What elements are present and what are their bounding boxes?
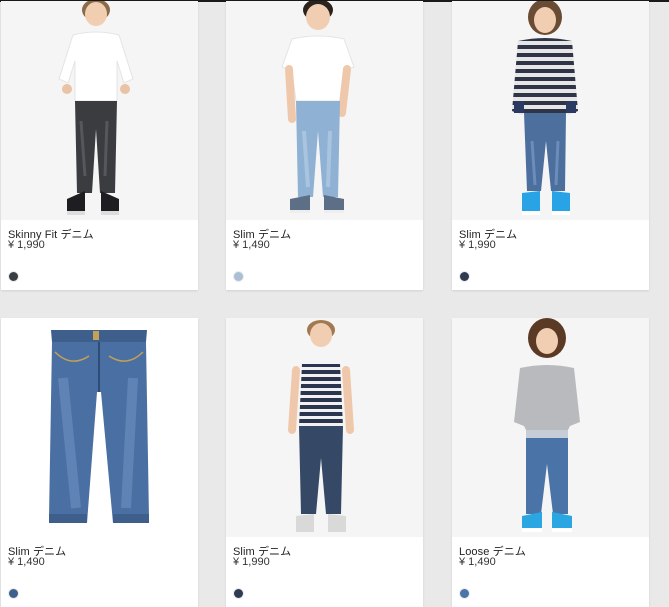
product-grid: Skinny Fit デニム ¥ 1,990 Slim デニム ¥ 1,490 …: [0, 0, 669, 607]
product-price: ¥ 1,990: [8, 239, 45, 251]
product-info: Slim デニム ¥ 1,490: [1, 537, 198, 607]
kid-figure-image: [58, 1, 134, 215]
product-image[interactable]: [1, 1, 198, 220]
product-info: Slim デニム ¥ 1,990: [452, 220, 649, 290]
product-image[interactable]: [452, 1, 649, 220]
color-swatch[interactable]: [9, 589, 18, 598]
color-swatch[interactable]: [9, 272, 18, 281]
product-image[interactable]: [1, 318, 198, 537]
product-card[interactable]: Skinny Fit デニム ¥ 1,990: [1, 1, 198, 290]
product-price: ¥ 1,490: [233, 239, 270, 251]
product-card[interactable]: Loose デニム ¥ 1,490: [452, 318, 649, 607]
product-image[interactable]: [226, 318, 423, 537]
product-image[interactable]: [452, 318, 649, 537]
product-info: Skinny Fit デニム ¥ 1,990: [1, 220, 198, 290]
product-image[interactable]: [226, 1, 423, 220]
product-price: ¥ 1,490: [8, 556, 45, 568]
color-swatch[interactable]: [234, 589, 243, 598]
product-price: ¥ 1,490: [459, 556, 496, 568]
product-price: ¥ 1,990: [459, 239, 496, 251]
color-swatch[interactable]: [460, 589, 469, 598]
product-card[interactable]: Slim デニム ¥ 1,990: [452, 1, 649, 290]
product-info: Slim デニム ¥ 1,990: [226, 537, 423, 607]
color-swatch[interactable]: [460, 272, 469, 281]
kid-figure-image: [514, 318, 580, 532]
kid-figure-image: [281, 1, 355, 213]
kid-figure-image: [512, 1, 578, 215]
kid-figure-image: [288, 320, 354, 532]
product-info: Slim デニム ¥ 1,490: [226, 220, 423, 290]
product-info: Loose デニム ¥ 1,490: [452, 537, 649, 607]
product-card[interactable]: Slim デニム ¥ 1,990: [226, 318, 423, 607]
color-swatch[interactable]: [234, 272, 243, 281]
product-card[interactable]: Slim デニム ¥ 1,490: [226, 1, 423, 290]
product-card[interactable]: Slim デニム ¥ 1,490: [1, 318, 198, 607]
folded-jeans-image: [49, 330, 149, 523]
product-price: ¥ 1,990: [233, 556, 270, 568]
